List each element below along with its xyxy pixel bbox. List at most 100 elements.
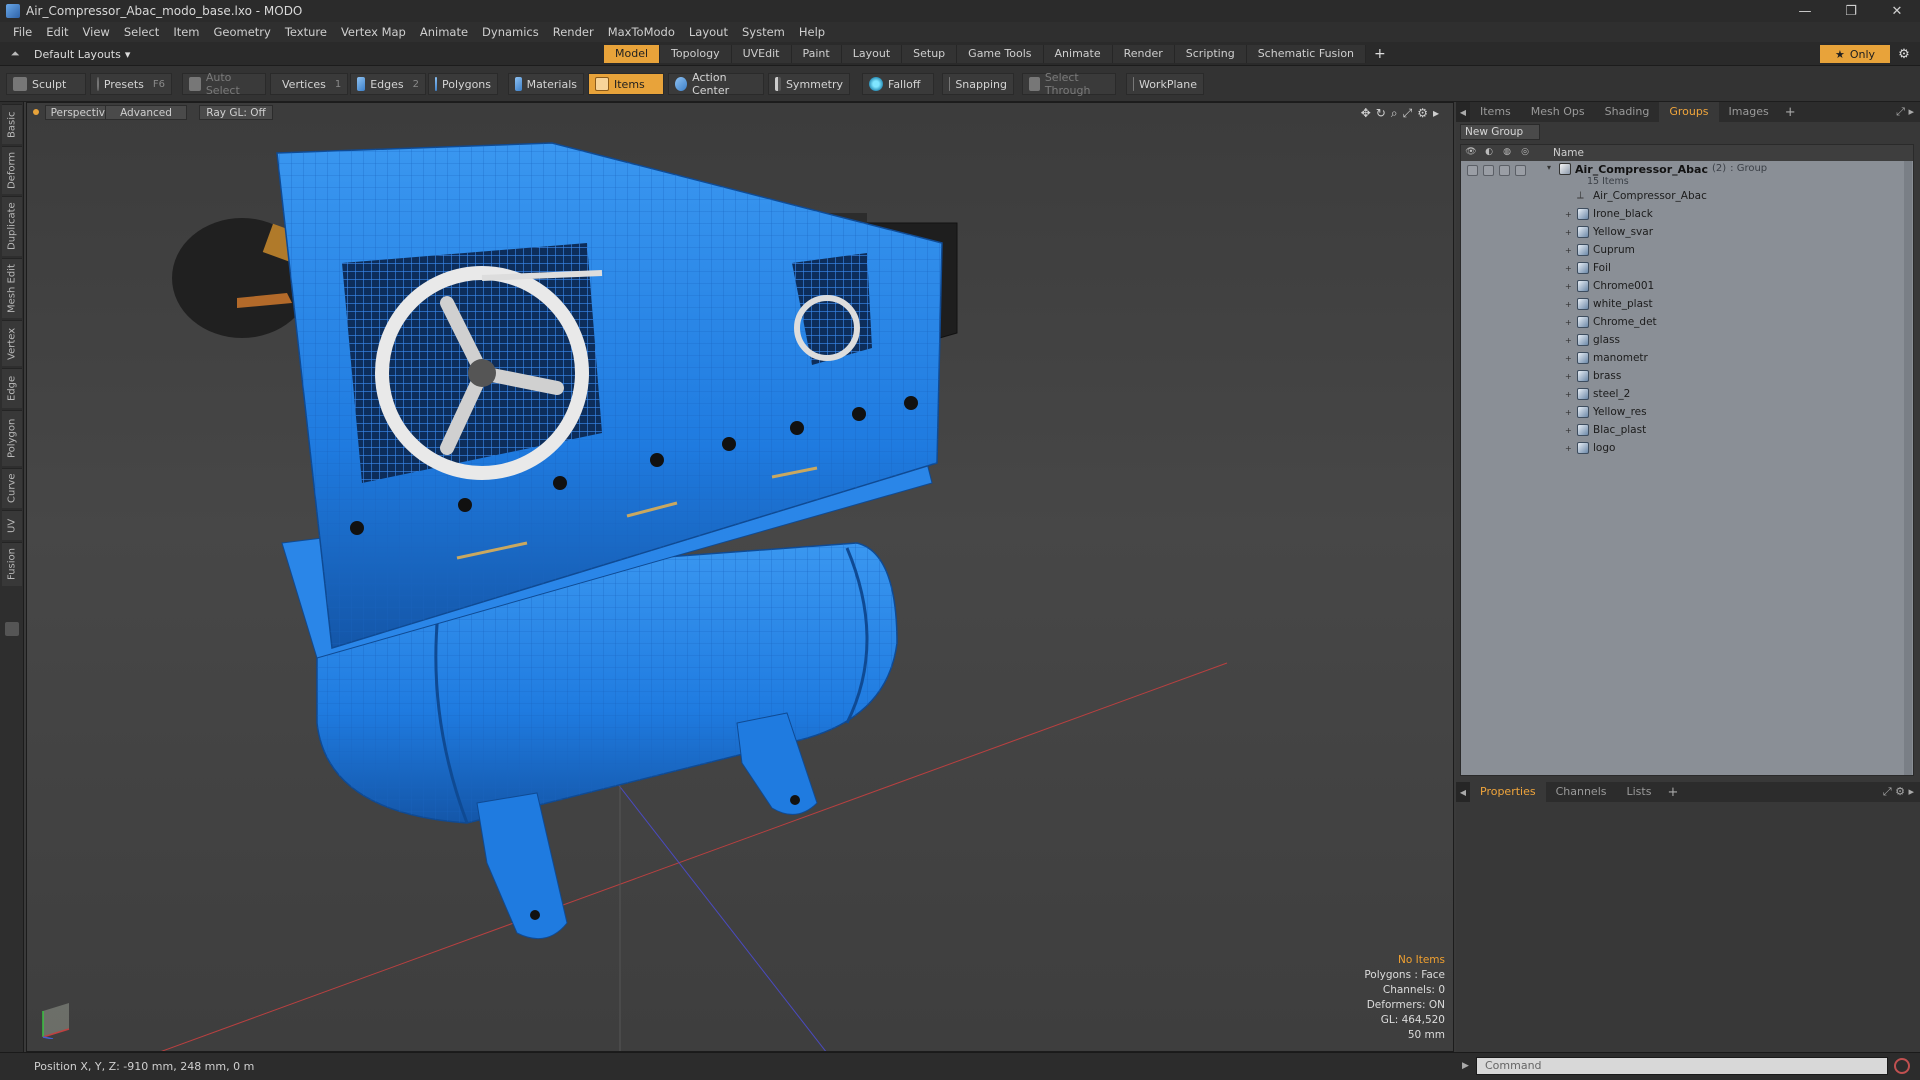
list-item[interactable]: + Yellow_svar bbox=[1461, 223, 1913, 241]
tab-animate[interactable]: Animate bbox=[1043, 45, 1113, 63]
tab-vertex[interactable]: Vertex bbox=[2, 320, 22, 366]
only-button[interactable]: ★ Only bbox=[1820, 45, 1890, 63]
command-stop-icon[interactable] bbox=[1894, 1058, 1910, 1074]
zoom-icon[interactable]: ⌕ bbox=[1391, 106, 1398, 121]
group-expand-icon[interactable]: ▾ bbox=[1547, 163, 1557, 172]
list-item[interactable]: + Chrome001 bbox=[1461, 277, 1913, 295]
tab-mesh-edit[interactable]: Mesh Edit bbox=[2, 258, 22, 318]
group-visibility-toggle[interactable] bbox=[1467, 165, 1478, 176]
tab-game-tools[interactable]: Game Tools bbox=[957, 45, 1044, 63]
layout-collapse-icon[interactable]: ⏶ bbox=[8, 47, 22, 61]
tab-render[interactable]: Render bbox=[1112, 45, 1175, 63]
tab-properties[interactable]: Properties bbox=[1470, 782, 1546, 802]
tab-fusion[interactable]: Fusion bbox=[2, 542, 22, 586]
minimize-button[interactable]: — bbox=[1782, 0, 1828, 22]
raygl-toggle-button[interactable]: Ray GL: Off bbox=[199, 105, 273, 120]
3d-viewport[interactable]: Perspective Advanced Ray GL: Off ✥ ↻ ⌕ ⤢… bbox=[26, 102, 1454, 1052]
polygons-button[interactable]: Polygons bbox=[428, 73, 498, 95]
menu-system[interactable]: System bbox=[735, 25, 792, 39]
tab-edge[interactable]: Edge bbox=[2, 368, 22, 408]
shading-advanced-button[interactable]: Advanced bbox=[105, 105, 187, 120]
list-item[interactable]: + manometr bbox=[1461, 349, 1913, 367]
tab-schematic-fusion[interactable]: Schematic Fusion bbox=[1246, 45, 1367, 63]
tab-lists[interactable]: Lists bbox=[1617, 782, 1662, 802]
properties-options-icon[interactable]: ⤢ ⚙ ▸ bbox=[1883, 785, 1914, 799]
add-tab-button[interactable]: + bbox=[1366, 45, 1394, 63]
menu-layout[interactable]: Layout bbox=[682, 25, 735, 39]
close-button[interactable]: ✕ bbox=[1874, 0, 1920, 22]
command-input[interactable]: Command bbox=[1476, 1057, 1888, 1075]
action-center-button[interactable]: Action Center bbox=[668, 71, 764, 97]
properties-collapse-icon[interactable]: ◀ bbox=[1456, 782, 1470, 802]
gear-icon[interactable]: ⚙ bbox=[1894, 45, 1914, 63]
list-item[interactable]: + brass bbox=[1461, 367, 1913, 385]
list-item-locator[interactable]: ⟂ Air_Compressor_Abac bbox=[1461, 187, 1913, 205]
tab-groups[interactable]: Groups bbox=[1659, 102, 1719, 122]
list-item[interactable]: + Foil bbox=[1461, 259, 1913, 277]
tab-curve[interactable]: Curve bbox=[2, 468, 22, 508]
list-item[interactable]: + logo bbox=[1461, 439, 1913, 457]
panel-maximize-icon[interactable]: ⤢ ▸ bbox=[1896, 105, 1914, 119]
add-panel-tab-button[interactable]: + bbox=[1779, 105, 1802, 120]
menu-item[interactable]: Item bbox=[166, 25, 206, 39]
tab-uvedit[interactable]: UVEdit bbox=[731, 45, 792, 63]
group-row[interactable]: ▾ Air_Compressor_Abac (2) : Group 15 Ite… bbox=[1461, 161, 1913, 187]
new-group-button[interactable]: New Group bbox=[1460, 124, 1540, 140]
tab-layout[interactable]: Layout bbox=[841, 45, 903, 63]
group-select-toggle[interactable] bbox=[1515, 165, 1526, 176]
group-lock-toggle[interactable] bbox=[1499, 165, 1510, 176]
command-history-icon[interactable]: ▶ bbox=[1462, 1061, 1469, 1071]
tab-uv[interactable]: UV bbox=[2, 510, 22, 540]
name-column-header[interactable]: Name bbox=[1553, 147, 1584, 159]
viewport-expand-icon[interactable]: ▸ bbox=[1433, 106, 1439, 121]
edges-button[interactable]: Edges 2 bbox=[350, 73, 426, 95]
presets-button[interactable]: Presets F6 bbox=[90, 73, 172, 95]
fit-icon[interactable]: ⤢ bbox=[1403, 106, 1413, 121]
snapping-button[interactable]: Snapping bbox=[942, 73, 1014, 95]
group-render-toggle[interactable] bbox=[1483, 165, 1494, 176]
list-item[interactable]: + Irone_black bbox=[1461, 205, 1913, 223]
menu-texture[interactable]: Texture bbox=[278, 25, 334, 39]
tab-channels[interactable]: Channels bbox=[1546, 782, 1617, 802]
menu-geometry[interactable]: Geometry bbox=[207, 25, 278, 39]
lock-column-icon[interactable]: ◍ bbox=[1501, 147, 1513, 159]
list-item[interactable]: + Chrome_det bbox=[1461, 313, 1913, 331]
visibility-column-icon[interactable]: 👁 bbox=[1465, 147, 1477, 159]
tree-scrollbar[interactable] bbox=[1904, 161, 1912, 775]
menu-edit[interactable]: Edit bbox=[39, 25, 75, 39]
tab-model[interactable]: Model bbox=[604, 45, 661, 63]
menu-help[interactable]: Help bbox=[792, 25, 832, 39]
select-column-icon[interactable]: ◎ bbox=[1519, 147, 1531, 159]
list-item[interactable]: + glass bbox=[1461, 331, 1913, 349]
tab-topology[interactable]: Topology bbox=[660, 45, 732, 63]
list-item[interactable]: + Cuprum bbox=[1461, 241, 1913, 259]
tab-duplicate[interactable]: Duplicate bbox=[2, 196, 22, 256]
menu-vertex-map[interactable]: Vertex Map bbox=[334, 25, 413, 39]
tab-mesh-ops[interactable]: Mesh Ops bbox=[1521, 102, 1595, 122]
items-button[interactable]: Items bbox=[588, 73, 664, 95]
tab-shading[interactable]: Shading bbox=[1595, 102, 1660, 122]
workplane-button[interactable]: WorkPlane bbox=[1126, 73, 1204, 95]
symmetry-button[interactable]: Symmetry bbox=[768, 73, 850, 95]
pan-icon[interactable]: ✥ bbox=[1361, 106, 1371, 121]
render-column-icon[interactable]: ◐ bbox=[1483, 147, 1495, 159]
viewport-settings-icon[interactable]: ⚙ bbox=[1417, 106, 1428, 121]
layout-dropdown[interactable]: Default Layouts ▾ bbox=[34, 46, 130, 62]
auto-select-button[interactable]: Auto Select bbox=[182, 71, 266, 97]
panel-collapse-icon[interactable]: ◀ bbox=[1456, 102, 1470, 122]
menu-maxtomodo[interactable]: MaxToModo bbox=[601, 25, 682, 39]
menu-animate[interactable]: Animate bbox=[413, 25, 475, 39]
tab-items[interactable]: Items bbox=[1470, 102, 1521, 122]
select-through-button[interactable]: Select Through bbox=[1022, 71, 1116, 97]
viewport-menu-dot[interactable] bbox=[33, 109, 39, 115]
restore-button[interactable]: ❐ bbox=[1828, 0, 1874, 22]
tab-scripting[interactable]: Scripting bbox=[1174, 45, 1247, 63]
tab-paint[interactable]: Paint bbox=[791, 45, 842, 63]
list-item[interactable]: + steel_2 bbox=[1461, 385, 1913, 403]
rotate-icon[interactable]: ↻ bbox=[1376, 106, 1386, 121]
menu-render[interactable]: Render bbox=[546, 25, 601, 39]
menu-view[interactable]: View bbox=[76, 25, 117, 39]
vertices-button[interactable]: Vertices 1 bbox=[270, 73, 348, 95]
palette-toggle-button[interactable] bbox=[5, 622, 19, 636]
sculpt-button[interactable]: Sculpt bbox=[6, 73, 86, 95]
